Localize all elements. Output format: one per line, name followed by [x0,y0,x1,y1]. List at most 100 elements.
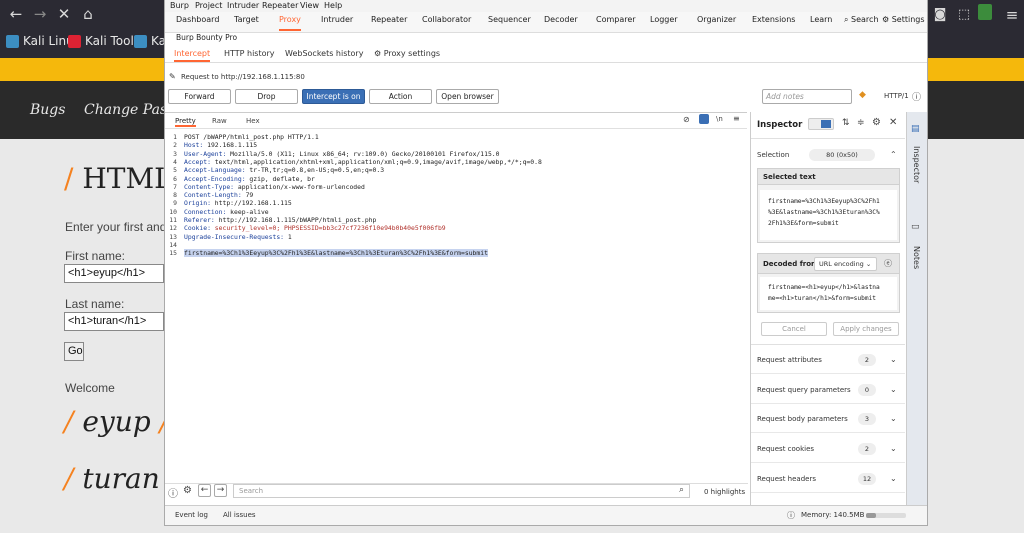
side-tab-inspector[interactable]: Inspector [912,146,921,183]
tab-burp-bounty-pro[interactable]: Burp Bounty Pro [176,33,237,42]
subtab-intercept[interactable]: Intercept [174,49,211,62]
chevron-up-icon[interactable]: ⌃ [890,150,897,159]
view-pretty[interactable]: Pretty [175,117,196,127]
pocket-icon[interactable]: ◙ [930,4,950,26]
tab-repeater[interactable]: Repeater [371,15,407,31]
apply-changes-button[interactable]: Apply changes [833,322,899,336]
add-decoding-icon[interactable]: ⓔ [884,258,892,269]
menu-icon[interactable]: ≡ [1002,4,1022,26]
hide-icon[interactable]: ⊘ [683,115,690,124]
forward-icon[interactable]: → [30,3,50,25]
intercept-toggle[interactable]: Intercept is on [302,89,365,104]
menu-help[interactable]: Help [324,1,342,10]
proxy-settings-button[interactable]: ⚙ Proxy settings [374,49,440,58]
tab-collaborator[interactable]: Collaborator [422,15,471,31]
menu-view[interactable]: View [300,1,319,10]
tab-extensions[interactable]: Extensions [752,15,795,31]
gear-icon[interactable]: ⚙ [872,117,881,128]
tab-intruder[interactable]: Intruder [321,15,353,31]
home-icon[interactable]: ⌂ [78,3,98,25]
inspector-row-label[interactable]: Request cookies [757,445,814,453]
newline-icon[interactable]: \n [716,115,723,123]
memory-usage: Memory: 140.5MB [801,511,865,519]
tab-learn[interactable]: Learn [810,15,832,31]
inspector-row-count: 0 [858,383,876,396]
extension-icon[interactable]: ⬚ [954,4,974,26]
editor-divider [165,128,747,129]
gear-icon[interactable]: ⚙ [183,485,192,496]
notes-tab-icon[interactable]: ▭ [911,222,920,232]
bookmark-kali-tools[interactable]: Kali Tools [68,34,140,48]
previous-icon[interactable]: ← [198,484,211,497]
forward-button[interactable]: Forward [168,89,231,104]
tab-proxy[interactable]: Proxy [279,15,301,31]
menu-icon[interactable]: ≡ [733,114,740,123]
cancel-button[interactable]: Cancel [761,322,827,336]
tab-organizer[interactable]: Organizer [697,15,736,31]
notes-input[interactable]: Add notes [762,89,852,104]
kali-icon [6,34,19,48]
decoded-from-select[interactable]: URL encoding ⌄ [814,257,877,271]
inspector-divider [751,402,905,404]
all-issues-button[interactable]: All issues [223,511,256,519]
inspector-tab-icon[interactable]: ▤ [911,124,920,134]
request-line: Content-Type: application/x-www-form-url… [184,182,365,191]
close-icon[interactable]: ✕ [889,117,897,128]
tab-sequencer[interactable]: Sequencer [488,15,531,31]
stop-icon[interactable]: ✕ [54,3,74,25]
subtab-websockets-history[interactable]: WebSockets history [285,49,363,58]
first-name-input[interactable]: <h1>eyup</h1> [64,264,164,283]
menu-intruder[interactable]: Intruder [227,1,259,10]
subtab-http-history[interactable]: HTTP history [224,49,275,58]
page-title: / HTML [64,162,173,195]
line-number: 8 [173,191,177,200]
request-line: Referer: http://192.168.1.115/bWAPP/html… [184,216,377,224]
view-hex[interactable]: Hex [246,117,260,125]
chevron-down-icon[interactable]: ⌄ [890,385,897,394]
menu-burp[interactable]: Burp [170,1,189,10]
search-input[interactable]: Search [233,484,690,498]
view-raw[interactable]: Raw [212,117,227,125]
drop-button[interactable]: Drop [235,89,298,104]
line-number: 4 [173,157,177,166]
tab-dashboard[interactable]: Dashboard [176,15,219,31]
selection-value: 80 (0x50) [809,149,875,161]
tab-logger[interactable]: Logger [650,15,678,31]
menu-project[interactable]: Project [195,1,222,10]
inspector-row-label[interactable]: Request query parameters [757,386,851,394]
side-tab-notes[interactable]: Notes [912,246,921,269]
sort-icon[interactable]: ⇅ [842,118,850,128]
last-name-input[interactable]: <h1>turan</h1> [64,312,164,331]
action-button[interactable]: Action [369,89,432,104]
help-icon[interactable]: ⓘ [168,485,178,500]
help-icon[interactable]: ⓘ [912,90,921,103]
tab-decoder[interactable]: Decoder [544,15,578,31]
back-icon[interactable]: ← [6,3,26,25]
inspector-row-label[interactable]: Request attributes [757,356,822,364]
tab-target[interactable]: Target [234,15,259,31]
inspector-row-label[interactable]: Request body parameters [757,415,848,423]
chevron-down-icon[interactable]: ⌄ [890,474,897,483]
http-version[interactable]: HTTP/1 [884,92,909,100]
inspector-row-label[interactable]: Request headers [757,475,816,483]
open-browser-button[interactable]: Open browser [436,89,499,104]
nav-bugs[interactable]: Bugs [30,102,65,118]
selected-text-line: firstname=%3Ch1%3Eeyup%3C%2Fh1 [768,198,880,205]
chevron-down-icon[interactable]: ⌄ [890,444,897,453]
menu-repeater[interactable]: Repeater [262,1,298,10]
inspector-divider [751,432,905,434]
go-button[interactable]: Go [64,342,84,361]
tab-comparer[interactable]: Comparer [596,15,636,31]
align-icon[interactable]: ≑ [857,118,865,128]
event-log-button[interactable]: Event log [175,511,208,519]
pretty-print-icon[interactable] [699,114,709,124]
line-number: 12 [169,224,177,233]
request-body-line: firstname=%3Ch1%3Eeyup%3C%2Fh1%3E&lastna… [184,249,488,258]
search-button[interactable]: ⌕ Search [844,15,879,31]
settings-button[interactable]: ⚙ Settings [882,15,925,31]
chevron-down-icon[interactable]: ⌄ [890,414,897,423]
profile-icon[interactable] [978,4,992,20]
chevron-down-icon[interactable]: ⌄ [890,355,897,364]
highlight-icon[interactable]: ◆ [859,90,866,100]
next-icon[interactable]: → [214,484,227,497]
